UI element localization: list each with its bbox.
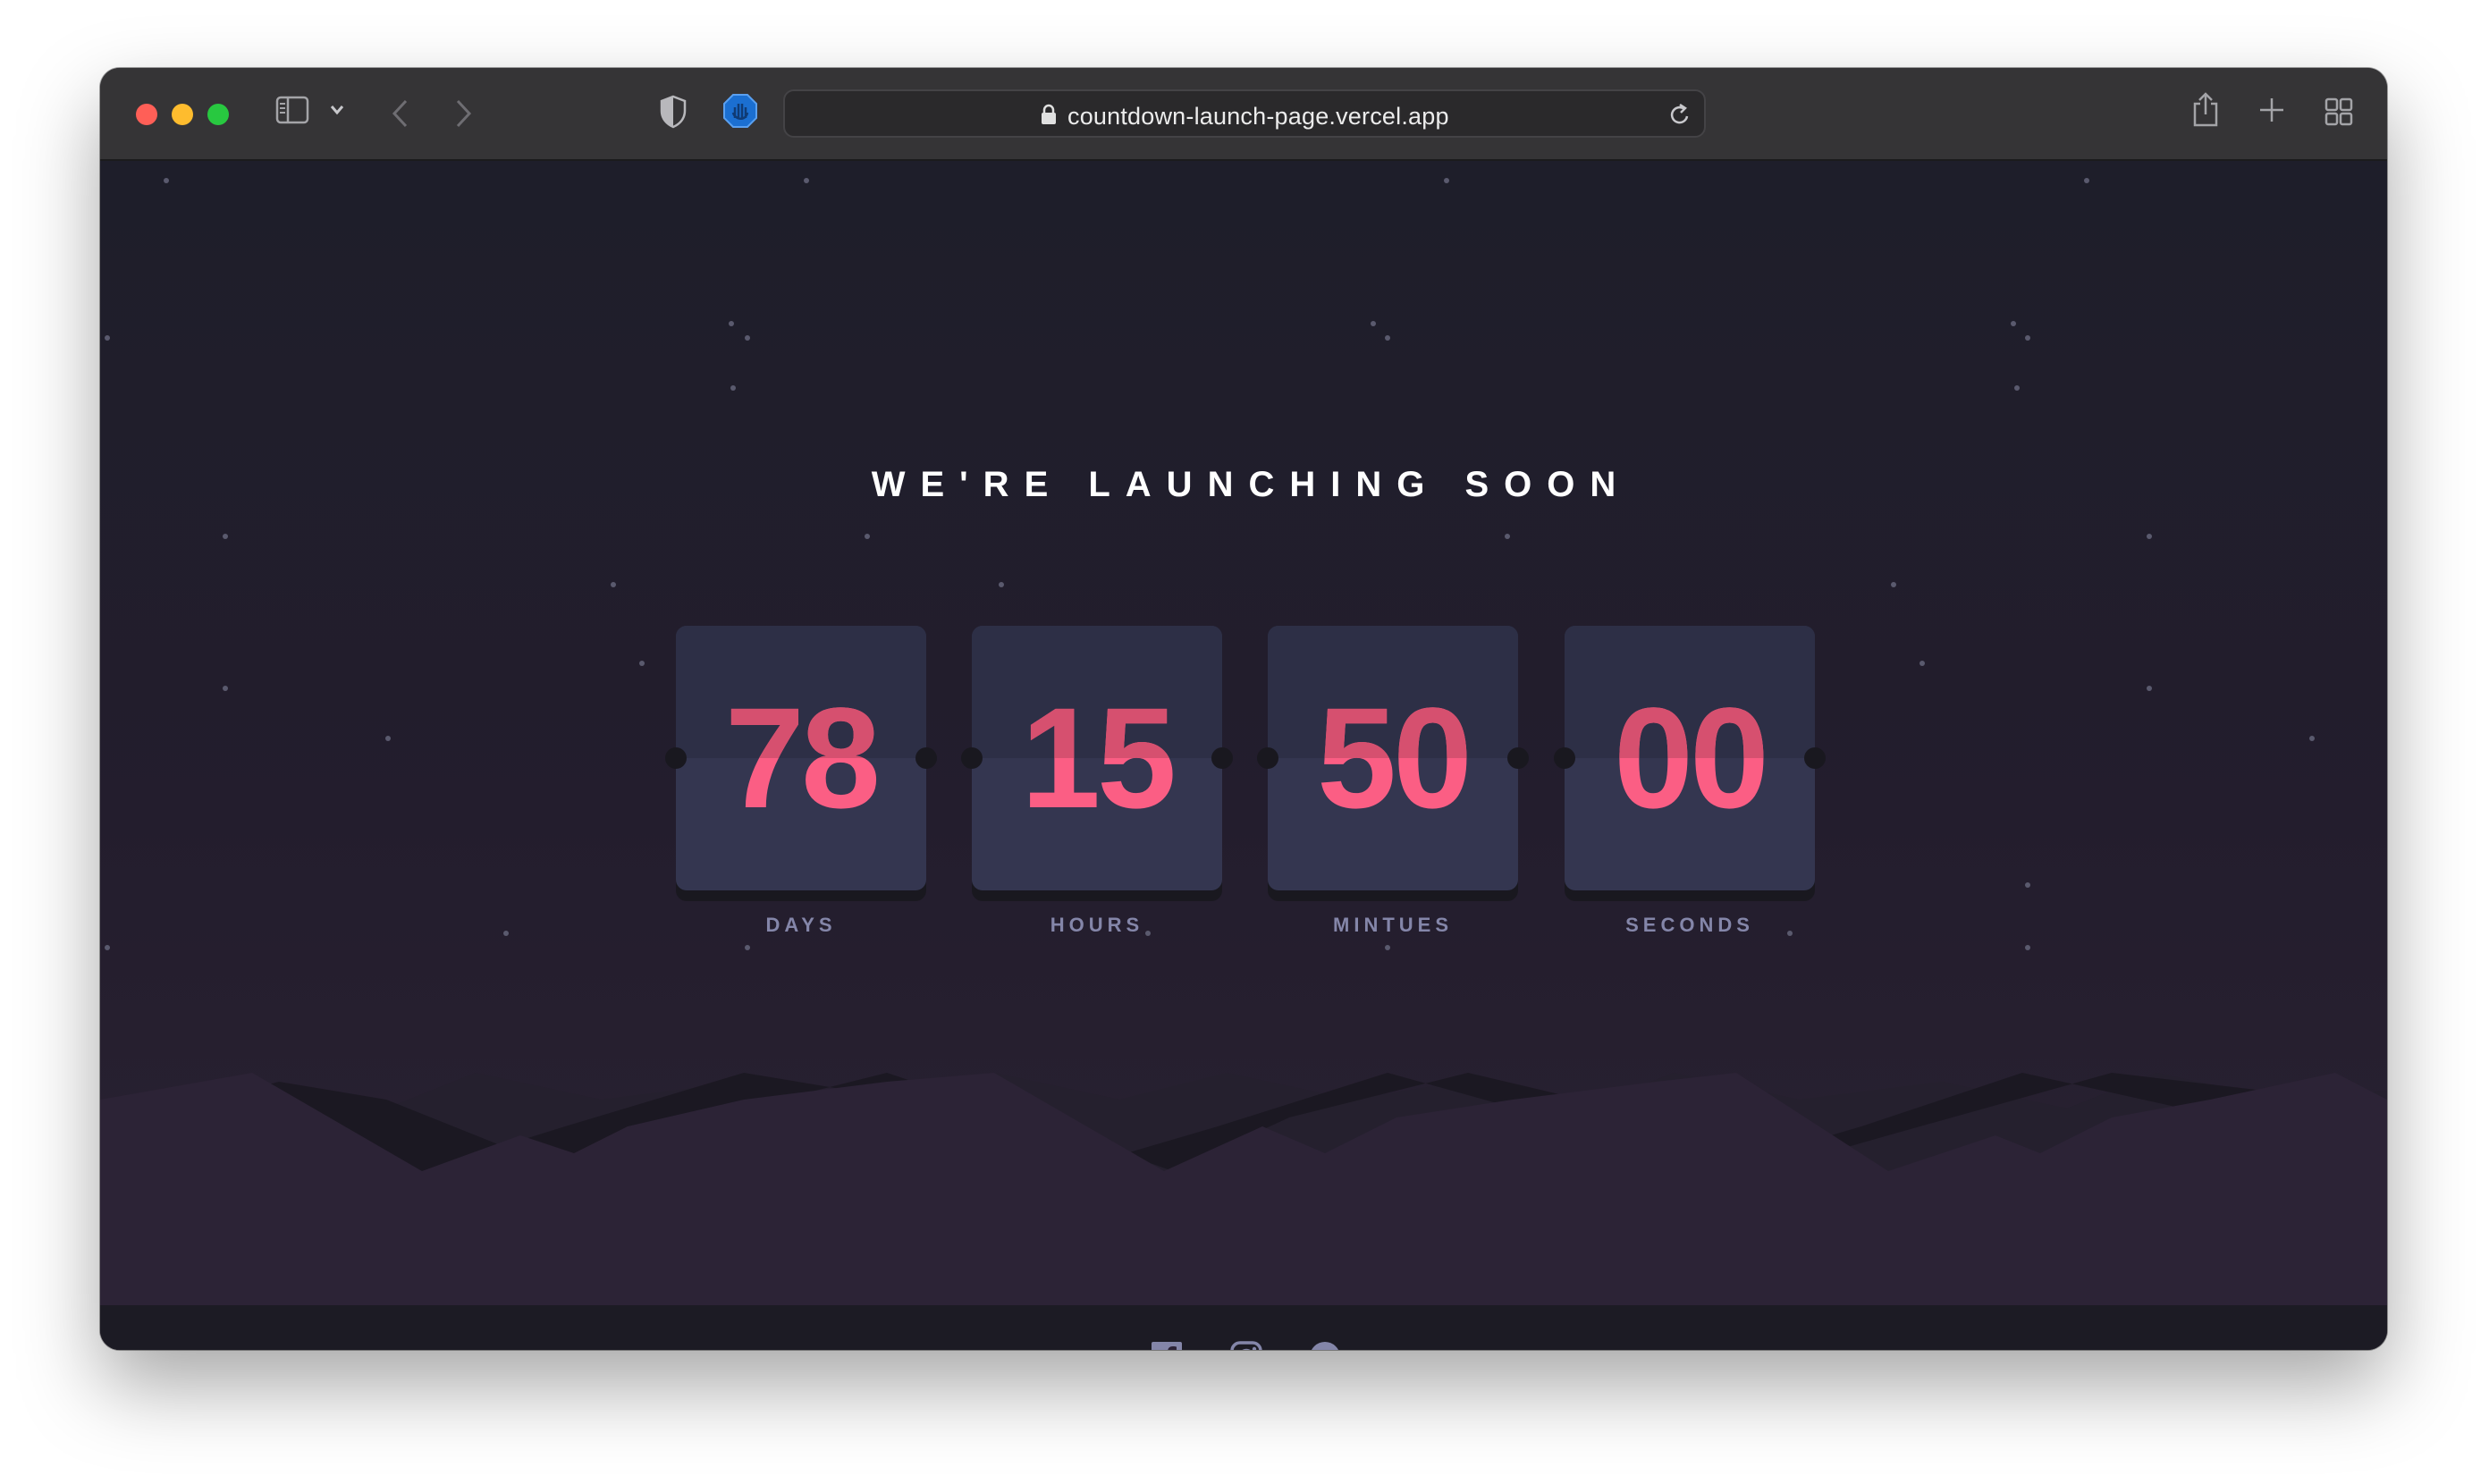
facebook-icon[interactable] xyxy=(1151,1341,1183,1350)
days-label: DAYS xyxy=(765,914,837,936)
minimize-window-button[interactable] xyxy=(172,104,193,125)
forward-icon[interactable] xyxy=(452,98,474,129)
minutes-label: MINTUES xyxy=(1333,914,1453,936)
share-icon[interactable] xyxy=(2190,91,2221,129)
address-bar[interactable]: countdown-launch-page.vercel.app xyxy=(783,89,1706,138)
seconds-label: SECONDS xyxy=(1625,914,1754,936)
back-icon[interactable] xyxy=(390,98,411,129)
hours-card: 15 15 xyxy=(961,626,1233,901)
close-window-button[interactable] xyxy=(136,104,157,125)
page-content: WE'RE LAUNCHING SOON 78 78 DAYS 15 15 HOUR… xyxy=(100,161,2387,1350)
pinterest-icon[interactable] xyxy=(1309,1341,1341,1350)
extension-icon[interactable] xyxy=(722,93,758,129)
instagram-icon[interactable] xyxy=(1230,1341,1262,1350)
hours-label: HOURS xyxy=(1050,914,1144,936)
shield-icon[interactable] xyxy=(660,95,687,129)
reload-icon[interactable] xyxy=(1668,102,1692,131)
minutes-card: 50 50 xyxy=(1257,626,1529,901)
chevron-down-icon[interactable] xyxy=(329,104,345,116)
browser-toolbar: countdown-launch-page.vercel.app xyxy=(100,68,2387,161)
browser-window: countdown-launch-page.vercel.app WE'RE L… xyxy=(100,68,2387,1350)
page-title: WE'RE LAUNCHING SOON xyxy=(871,465,1632,504)
new-tab-icon[interactable] xyxy=(2258,97,2285,123)
zoom-window-button[interactable] xyxy=(207,104,229,125)
days-card: 78 78 xyxy=(665,626,937,901)
url-text: countdown-launch-page.vercel.app xyxy=(1067,103,1449,130)
lock-icon xyxy=(1041,104,1057,130)
sidebar-icon[interactable] xyxy=(275,95,309,125)
seconds-card: 00 00 xyxy=(1554,626,1826,901)
tab-overview-icon[interactable] xyxy=(2324,97,2353,126)
